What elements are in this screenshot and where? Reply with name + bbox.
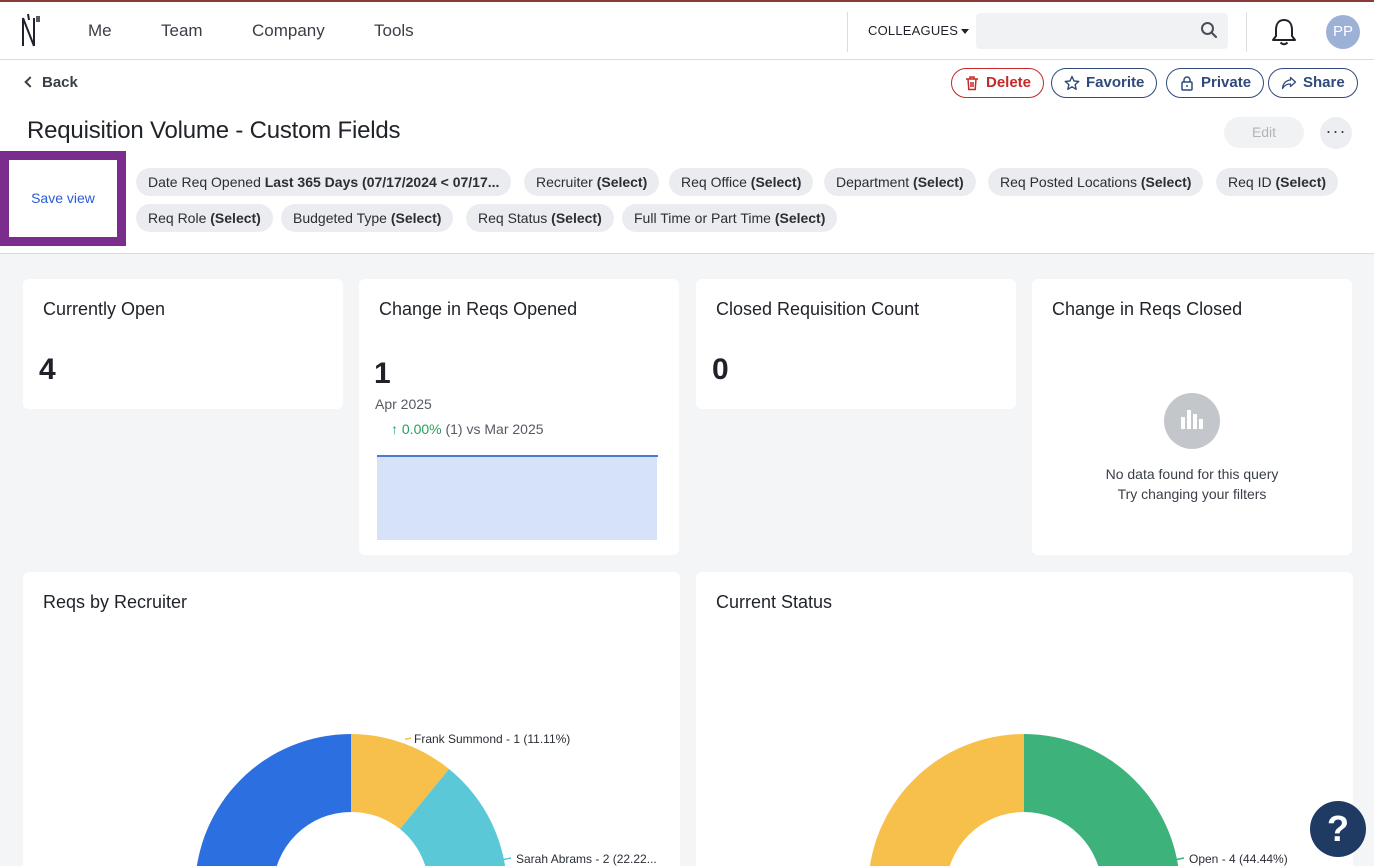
filter-name: Req Office [681,174,747,190]
search-icon[interactable] [1200,21,1218,39]
caret-down-icon [961,29,970,35]
donut-label-open: Open - 4 (44.44%) [1189,852,1288,866]
label-leader-line [404,737,412,740]
share-icon [1281,76,1297,90]
star-icon [1064,75,1080,90]
delete-label: Delete [986,74,1032,91]
filter-value: (Select) [551,210,602,226]
share-label: Share [1303,74,1345,91]
change-indicator: ↑ 0.00% (1) vs Mar 2025 [391,421,544,437]
app-logo-icon[interactable] [18,12,44,52]
arrow-up-icon: ↑ [391,421,398,437]
save-view-button[interactable]: Save view [0,151,126,246]
private-label: Private [1201,74,1252,91]
private-button[interactable]: Private [1166,68,1265,98]
filter-value: (Select) [774,210,826,226]
colleagues-dropdown[interactable]: COLLEAGUES [868,23,970,38]
card-reqs-by-recruiter[interactable]: Reqs by Recruiter Frank Summond - 1 (11.… [23,572,680,866]
back-button[interactable]: Back [24,74,78,91]
nav-item-tools[interactable]: Tools [374,21,414,41]
nav-item-team[interactable]: Team [161,21,203,41]
filter-value: (Select) [596,174,648,190]
favorite-button[interactable]: Favorite [1051,68,1158,98]
filter-name: Full Time or Part Time [634,210,771,226]
change-percent: 0.00% [401,421,442,437]
report-header: Back Delete Favorite Private Share Requi… [0,60,1374,254]
nav-divider [1246,12,1247,52]
change-compare: (1) vs Mar 2025 [445,421,544,437]
page-title: Requisition Volume - Custom Fields [27,117,401,144]
sparkline-area [377,456,657,540]
notification-bell-icon[interactable] [1270,17,1298,47]
card-change-in-reqs-opened[interactable]: Change in Reqs Opened 1 Apr 2025 ↑ 0.00%… [359,279,679,555]
card-closed-requisition-count[interactable]: Closed Requisition Count 0 [696,279,1016,409]
recruiter-donut-chart [195,734,512,866]
edit-button[interactable]: Edit [1224,117,1304,148]
filter-value: (Select) [750,174,802,190]
colleagues-label: COLLEAGUES [868,23,959,38]
filter-chip-req-posted-locations[interactable]: Req Posted Locations (Select) [988,168,1204,196]
bar-chart-icon [1164,393,1220,449]
trash-icon [966,76,978,91]
filter-value: (Select) [210,210,261,226]
nav-item-company[interactable]: Company [252,21,325,41]
card-title: Closed Requisition Count [716,299,920,319]
donut-label-frank-summond: Frank Summond - 1 (11.11%) [414,732,571,746]
share-button[interactable]: Share [1268,68,1358,98]
filter-value: (Select) [1275,174,1327,190]
filter-name: Budgeted Type [293,210,387,226]
status-donut-chart [868,734,1185,866]
metric-value: 1 [374,357,391,390]
filter-name: Req ID [1228,174,1272,190]
filter-chip-full-or-part-time[interactable]: Full Time or Part Time (Select) [622,204,838,232]
lock-icon [1181,76,1193,91]
filter-value: Last 365 Days (07/17/2024 < 07/17... [264,174,500,190]
card-current-status[interactable]: Current Status Open - 4 (44.44%) [696,572,1353,866]
filter-chip-date-req-opened[interactable]: Date Req Opened Last 365 Days (07/17/202… [136,168,512,196]
card-title: Change in Reqs Opened [379,299,578,319]
filter-chip-budgeted-type[interactable]: Budgeted Type (Select) [281,204,454,232]
donut-slice-open[interactable] [1024,734,1180,866]
search-input[interactable] [976,13,1228,49]
filter-chip-req-role[interactable]: Req Role (Select) [136,204,273,232]
filter-name: Req Status [478,210,548,226]
card-title: Change in Reqs Closed [1052,299,1243,319]
metric-value: 4 [39,353,56,386]
chevron-left-icon [24,76,36,88]
nav-item-me[interactable]: Me [88,21,112,41]
filter-chip-req-status[interactable]: Req Status (Select) [466,204,614,232]
filter-name: Req Role [148,210,207,226]
filter-chip-req-office[interactable]: Req Office (Select) [669,168,814,196]
user-avatar[interactable]: PP [1326,15,1360,49]
top-navigation-bar: Me Team Company Tools COLLEAGUES PP [0,0,1374,60]
donut-slice-other[interactable] [195,734,351,866]
help-button[interactable]: ? [1310,801,1366,857]
filter-value: (Select) [913,174,964,190]
filter-chip-department[interactable]: Department (Select) [824,168,976,196]
metric-value: 0 [712,353,729,386]
more-options-icon[interactable]: ··· [1320,117,1352,149]
filter-name: Req Posted Locations [1000,174,1137,190]
nav-divider [847,12,848,52]
no-data-message: No data found for this query [1105,466,1279,482]
card-change-in-reqs-closed[interactable]: Change in Reqs Closed No data found for … [1032,279,1352,555]
filter-value: (Select) [1140,174,1192,190]
filter-name: Recruiter [536,174,593,190]
filter-name: Date Req Opened [148,174,261,190]
filter-name: Department [836,174,910,190]
back-label: Back [42,74,78,91]
period-label: Apr 2025 [375,396,432,412]
favorite-label: Favorite [1086,74,1145,91]
delete-button[interactable]: Delete [951,68,1045,98]
card-currently-open[interactable]: Currently Open 4 [23,279,343,409]
filter-chip-recruiter[interactable]: Recruiter (Select) [524,168,660,196]
filter-value: (Select) [390,210,442,226]
sparkline-area-chart [377,455,658,540]
donut-slice-other-status[interactable] [868,734,1024,866]
card-title: Currently Open [43,299,166,319]
filter-chip-req-id[interactable]: Req ID (Select) [1216,168,1339,196]
no-data-hint: Try changing your filters [1117,486,1267,502]
donut-label-sarah-abrams: Sarah Abrams - 2 (22.22... [516,852,657,866]
